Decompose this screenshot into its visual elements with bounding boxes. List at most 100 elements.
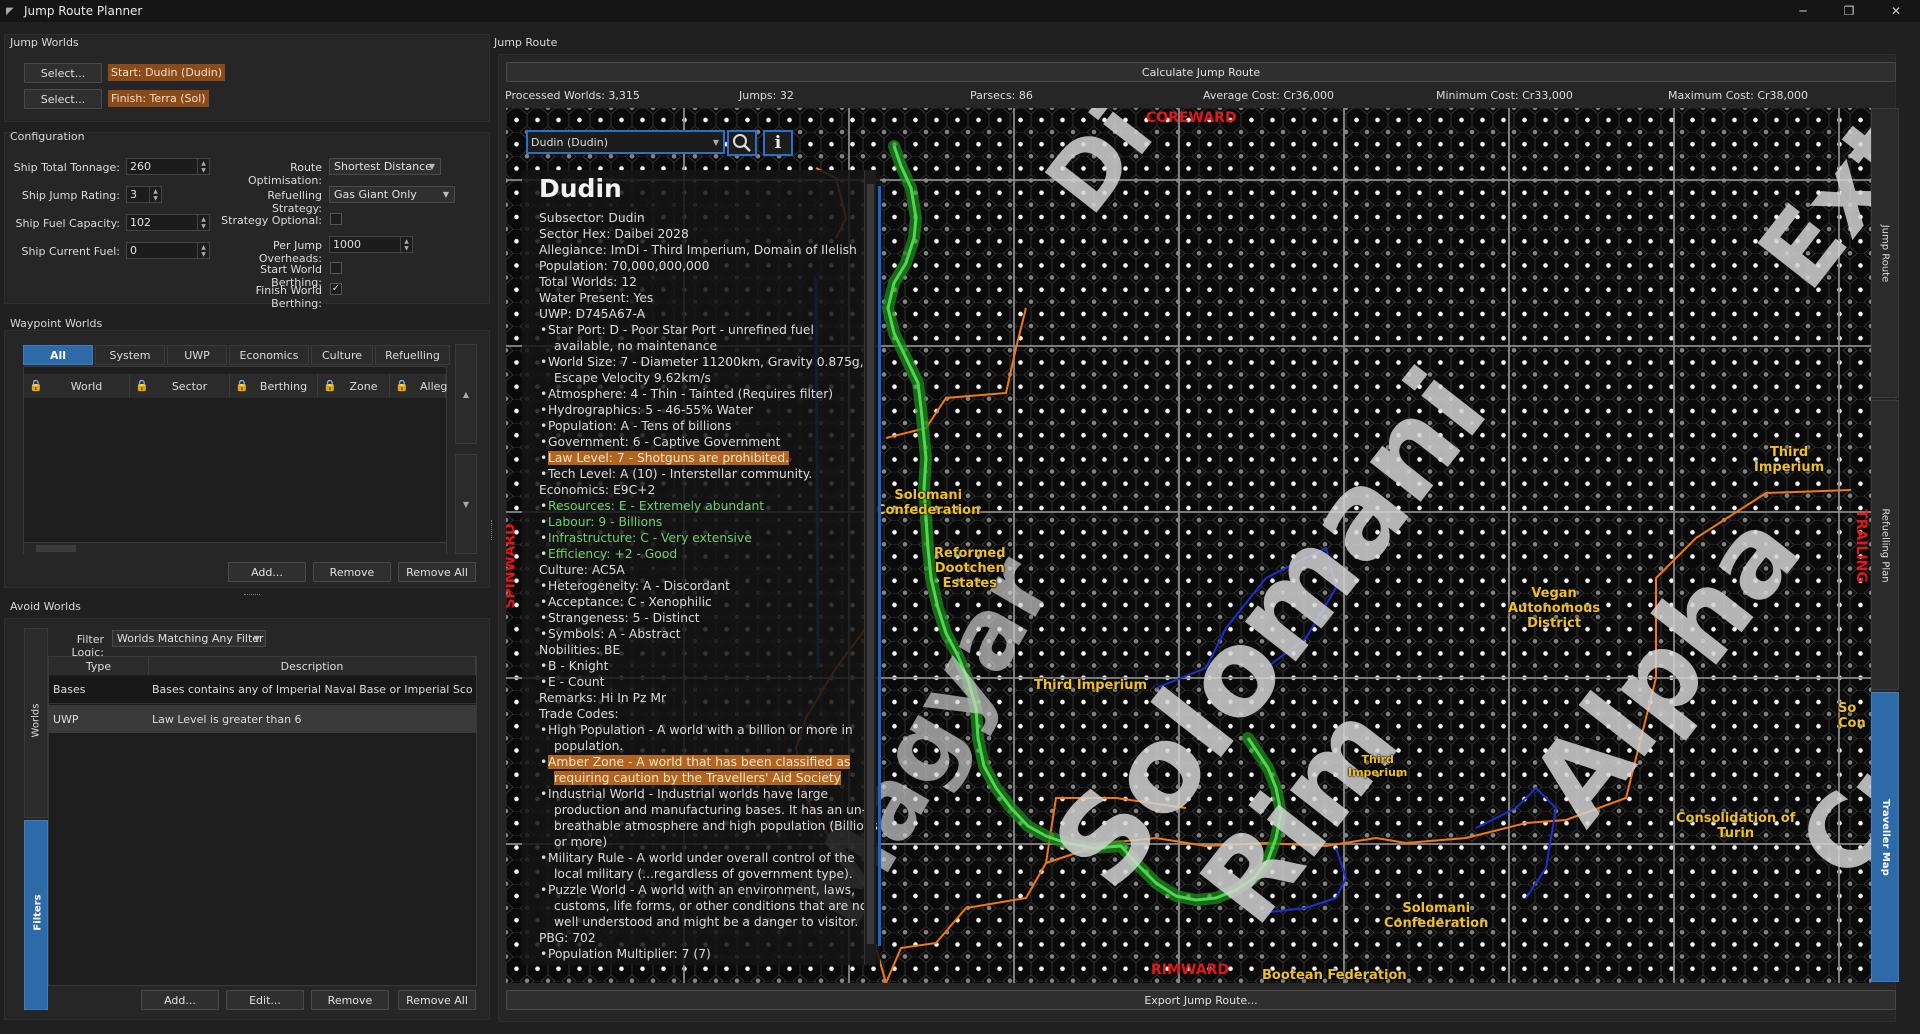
tab-system[interactable]: System [95, 345, 165, 365]
world-detail-line: customs, life forms, or other conditions… [522, 898, 880, 914]
spin-arrows-icon[interactable]: ▲ ▼ [197, 243, 209, 258]
start-berthing-checkbox[interactable] [330, 262, 342, 274]
world-detail-text: PBG: 702 [539, 931, 596, 945]
waypoint-remove-all-button[interactable]: Remove All [398, 562, 476, 582]
filter-add-button[interactable]: Add... [141, 990, 219, 1010]
world-detail-line: Total Worlds: 12 [522, 274, 880, 290]
polity-label: Third Imperium [1034, 678, 1147, 693]
select-start-button[interactable]: Select... [24, 63, 102, 83]
title-bar: ◤ Jump Route Planner ─ ❐ ✕ [0, 0, 1920, 22]
spin-arrows-icon[interactable]: ▲ ▼ [197, 215, 209, 230]
spin-arrows-icon[interactable]: ▲ ▼ [400, 237, 412, 252]
lock-icon[interactable]: 🔒 [323, 379, 337, 392]
world-detail-text: Sector Hex: Daibei 2028 [539, 227, 689, 241]
world-detail-line: Military Rule - A world under overall co… [522, 850, 880, 866]
splitter-handle[interactable] [244, 594, 260, 598]
info-button[interactable]: i [763, 130, 793, 156]
search-button[interactable] [727, 130, 757, 156]
tab-economics[interactable]: Economics [229, 345, 309, 365]
refuelling-plan-side-tab[interactable]: Refuelling Plan [1871, 400, 1899, 690]
world-detail-text: population. [554, 739, 624, 753]
column-header-type[interactable]: Type [49, 657, 149, 675]
current-fuel-spinbox[interactable]: 0 ▲ ▼ [126, 242, 210, 259]
vertical-splitter-handle[interactable] [491, 520, 495, 540]
filter-remove-button[interactable]: Remove [311, 990, 389, 1010]
filter-type-cell: Bases [53, 683, 86, 696]
world-detail-line: Trade Codes: [522, 706, 880, 722]
jump-rating-spinbox[interactable]: 3 ▲ ▼ [126, 186, 162, 203]
column-header-allegiance[interactable]: 🔒 Alleg [390, 374, 447, 398]
traveller-map-side-tab[interactable]: Traveller Map [1871, 692, 1899, 982]
spin-arrows-icon[interactable]: ▲ ▼ [197, 159, 209, 174]
table-row[interactable]: Bases Bases contains any of Imperial Nav… [49, 676, 476, 704]
worlds-side-tab[interactable]: Worlds [24, 628, 48, 818]
column-header-zone[interactable]: 🔒 Zone [318, 374, 390, 398]
filter-type-cell: UWP [53, 712, 79, 726]
world-detail-text: Star Port: D - Poor Star Port - unrefine… [548, 323, 814, 337]
fuel-capacity-spinbox[interactable]: 102 ▲ ▼ [126, 214, 210, 231]
world-detail-line: PBG: 702 [522, 930, 880, 946]
search-icon [733, 134, 751, 152]
world-detail-text: Total Worlds: 12 [539, 275, 637, 289]
world-detail-text: Nobilities: BE [539, 643, 621, 657]
lock-icon[interactable]: 🔒 [29, 379, 43, 392]
tonnage-spinbox[interactable]: 260 ▲ ▼ [126, 158, 210, 175]
restore-button[interactable]: ❐ [1826, 0, 1872, 22]
polity-label: Third Imperium [1754, 445, 1825, 475]
filter-edit-button[interactable]: Edit... [226, 990, 304, 1010]
world-detail-text: Water Present: Yes [539, 291, 654, 305]
world-search-input[interactable]: Dudin (Dudin) ▼ [526, 130, 725, 154]
per-jump-overheads-value: 1000 [333, 238, 361, 251]
column-header-world[interactable]: 🔒 World [24, 374, 130, 398]
jump-rating-value: 3 [130, 188, 137, 201]
world-detail-text: Tech Level: A (10) - Interstellar commun… [548, 467, 813, 481]
jumps-stat: Jumps: 32 [739, 89, 794, 102]
tab-uwp[interactable]: UWP [167, 345, 227, 365]
world-detail-text: or more) [554, 835, 608, 849]
minimize-button[interactable]: ─ [1780, 0, 1826, 22]
filters-side-tab[interactable]: Filters [24, 820, 48, 1010]
close-button[interactable]: ✕ [1873, 0, 1919, 22]
jump-route-side-tab[interactable]: Jump Route [1871, 108, 1899, 398]
chevron-down-icon: ▼ [253, 634, 260, 643]
world-detail-text: Infrastructure: C - Very extensive [548, 531, 752, 545]
chevron-down-icon[interactable]: ▼ [713, 138, 719, 147]
filter-remove-all-button[interactable]: Remove All [398, 990, 476, 1010]
current-fuel-value: 0 [130, 244, 137, 257]
spin-arrows-icon[interactable]: ▲ ▼ [149, 187, 161, 202]
route-optimisation-select[interactable]: Shortest Distance ▼ [329, 158, 441, 175]
tab-culture[interactable]: Culture [311, 345, 373, 365]
lock-icon[interactable]: 🔒 [395, 379, 409, 392]
world-detail-text: requiring caution by the Travellers' Aid… [554, 771, 841, 785]
world-detail-line: High Population - A world with a billion… [522, 722, 880, 738]
column-header-description[interactable]: Description [149, 657, 476, 675]
horizontal-scrollbar[interactable] [24, 542, 446, 554]
calculate-jump-route-button[interactable]: Calculate Jump Route [506, 62, 1896, 82]
waypoint-add-button[interactable]: Add... [228, 562, 306, 582]
waypoint-remove-button[interactable]: Remove [313, 562, 391, 582]
info-scrollbar[interactable] [864, 170, 876, 965]
fuel-capacity-label: Ship Fuel Capacity: [15, 217, 120, 230]
world-detail-text: B - Knight [548, 659, 609, 673]
finish-berthing-checkbox[interactable]: ✓ [330, 283, 342, 295]
column-header-sector[interactable]: 🔒 Sector [130, 374, 230, 398]
jump-route-title: Jump Route [494, 36, 558, 49]
move-up-button[interactable]: ▲ [455, 344, 477, 444]
route-optimisation-value: Shortest Distance [334, 160, 432, 173]
filter-logic-select[interactable]: Worlds Matching Any Filter ▼ [112, 630, 266, 647]
tab-refuelling[interactable]: Refuelling [375, 345, 450, 365]
export-jump-route-button[interactable]: Export Jump Route... [506, 990, 1896, 1010]
per-jump-overheads-spinbox[interactable]: 1000 ▲ ▼ [329, 236, 413, 253]
world-detail-line: Culture: AC5A [522, 562, 880, 578]
select-finish-button[interactable]: Select... [24, 89, 102, 109]
table-row[interactable]: UWP Law Level is greater than 6 [49, 705, 476, 733]
column-header-berthing[interactable]: 🔒 Berthing [230, 374, 318, 398]
lock-icon[interactable]: 🔒 [135, 379, 149, 392]
lock-icon[interactable]: 🔒 [235, 379, 249, 392]
world-detail-text: Acceptance: C - Xenophilic [548, 595, 712, 609]
tab-all[interactable]: All [23, 345, 93, 365]
move-down-button[interactable]: ▼ [455, 454, 477, 554]
refuelling-strategy-select[interactable]: Gas Giant Only ▼ [329, 186, 455, 203]
app-icon: ◤ [6, 6, 14, 17]
strategy-optional-checkbox[interactable] [330, 213, 342, 225]
